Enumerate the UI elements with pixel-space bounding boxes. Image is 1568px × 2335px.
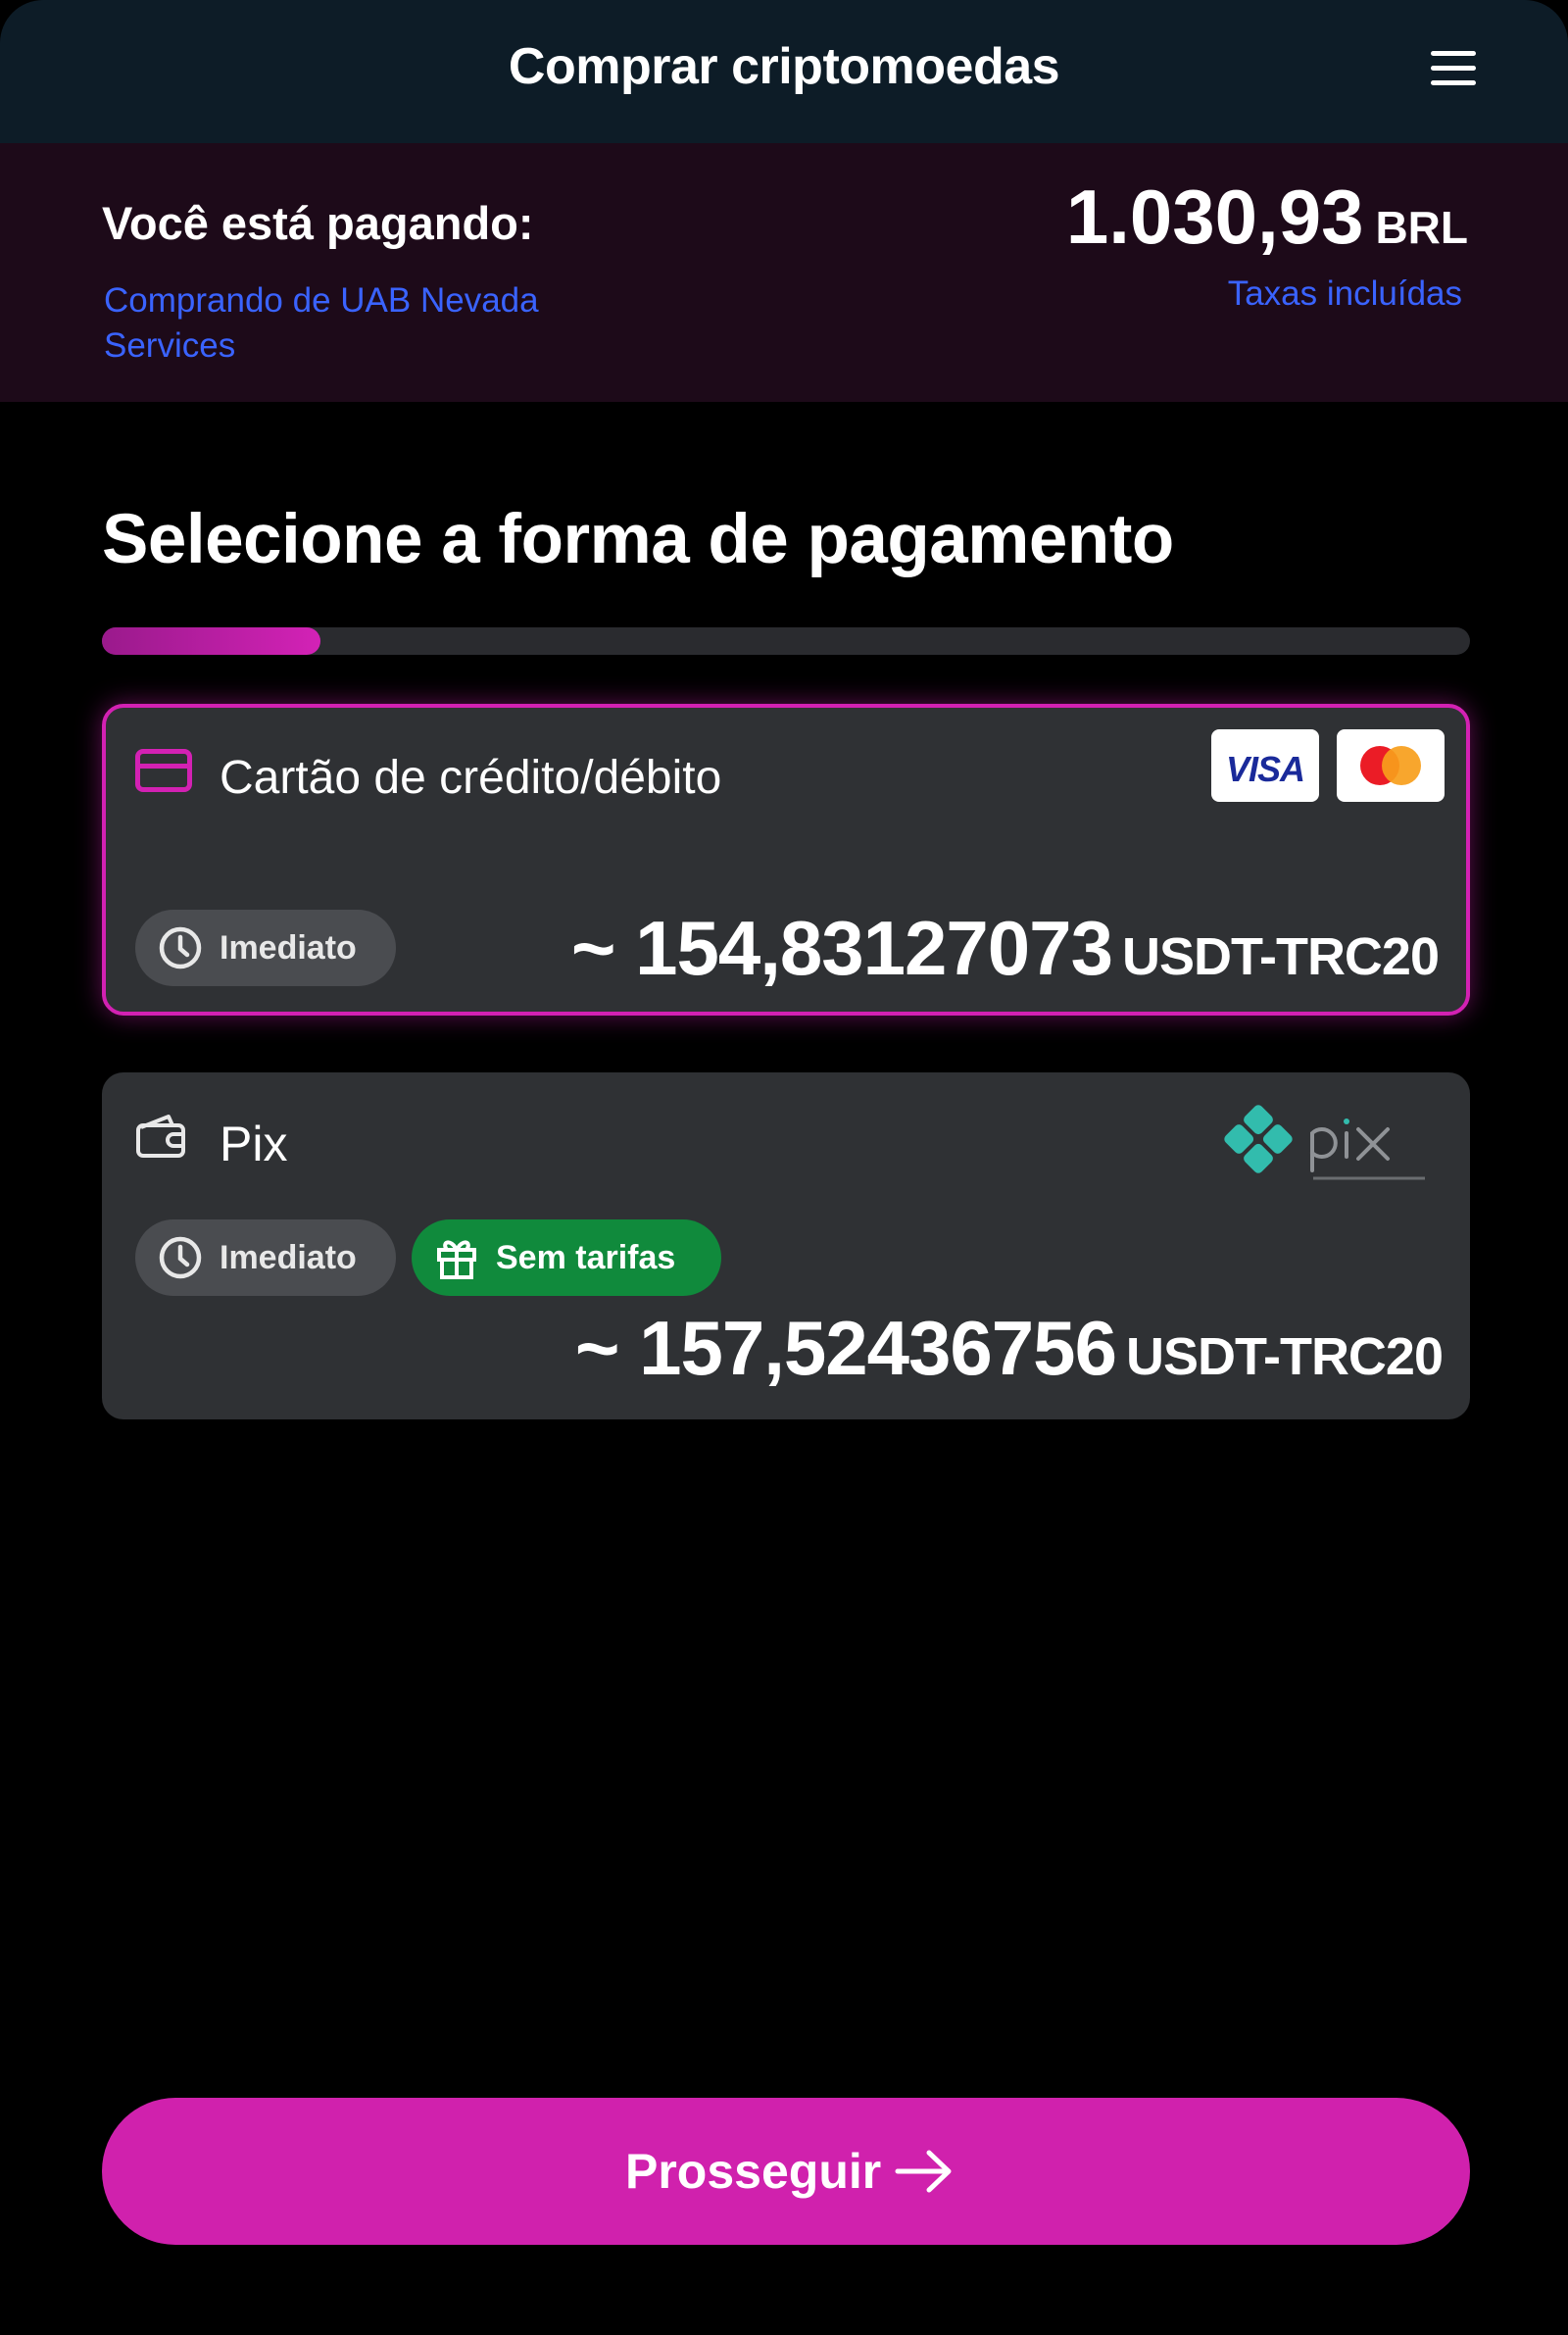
gift-icon (437, 1240, 476, 1279)
clock-icon (159, 1236, 202, 1279)
crypto-unit: USDT-TRC20 (1125, 1327, 1444, 1386)
crypto-estimate: ~ 157,52436756 USDT-TRC20 (574, 1304, 1444, 1393)
crypto-amount: ~ 154,83127073 (570, 905, 1113, 991)
proceed-button[interactable]: Prosseguir (102, 2098, 1470, 2245)
pix-logo (1224, 1105, 1425, 1180)
payment-option-name: Cartão de crédito/débito (220, 752, 722, 804)
crypto-estimate: ~ 154,83127073 USDT-TRC20 (570, 904, 1440, 993)
app-window: Comprar criptomoedas Você está pagando: … (0, 0, 1568, 2335)
visa-logo-text: VISA (1225, 749, 1305, 789)
payment-option-pix[interactable]: Pix Imediato Sem tarifas ~ 157,52436756 … (102, 1072, 1470, 1419)
payment-option-card[interactable]: Cartão de crédito/débito VISA Imediato ~… (102, 704, 1470, 1016)
page-title: Comprar criptomoedas (508, 38, 1060, 95)
speed-badge: Imediato (135, 910, 396, 986)
proceed-button-label: Prosseguir (625, 2144, 882, 2199)
amount-currency: BRL (1375, 202, 1468, 253)
crypto-unit: USDT-TRC20 (1121, 927, 1440, 986)
paying-label: Você está pagando: (102, 197, 534, 249)
no-fees-label: Sem tarifas (496, 1239, 676, 1276)
speed-badge-label: Imediato (220, 1239, 357, 1276)
crypto-amount: ~ 157,52436756 (574, 1305, 1117, 1391)
step-progress-bar (102, 627, 1470, 655)
visa-logo: VISA (1211, 729, 1319, 802)
payment-option-name: Pix (220, 1117, 288, 1171)
step-progress-fill (102, 627, 321, 655)
clock-icon (159, 926, 202, 969)
wallet-icon (136, 1115, 185, 1158)
credit-card-icon (135, 749, 192, 792)
amount-value: 1.030,93 (1065, 174, 1364, 260)
menu-icon[interactable] (1427, 47, 1478, 90)
speed-badge-label: Imediato (220, 929, 357, 967)
section-title: Selecione a forma de pagamento (102, 501, 1174, 578)
no-fees-badge: Sem tarifas (412, 1219, 721, 1296)
mastercard-logo (1337, 729, 1445, 802)
speed-badge: Imediato (135, 1219, 396, 1296)
merchant-link[interactable]: Comprando de UAB Nevada Services (104, 278, 613, 369)
total-amount: 1.030,93 BRL (1066, 173, 1468, 262)
top-bar: Comprar criptomoedas (0, 0, 1568, 143)
arrow-right-icon (895, 2150, 952, 2193)
payment-summary: Você está pagando: Comprando de UAB Neva… (0, 143, 1568, 402)
fees-included-link[interactable]: Taxas incluídas (1228, 274, 1462, 314)
